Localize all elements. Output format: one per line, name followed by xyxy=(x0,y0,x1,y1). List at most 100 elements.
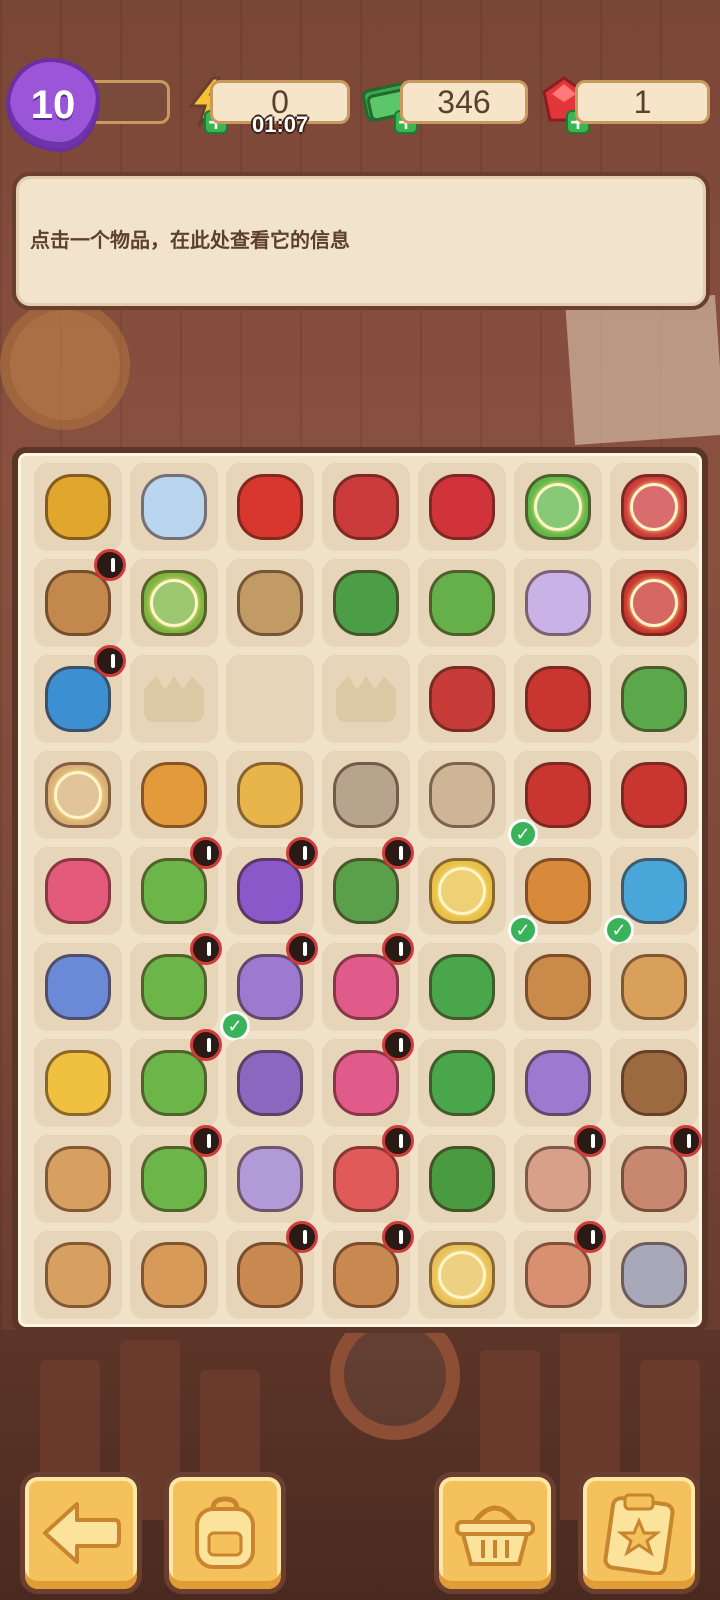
board-cell[interactable] xyxy=(34,751,122,839)
board-cell[interactable] xyxy=(610,1231,698,1319)
board-cell[interactable] xyxy=(226,655,314,743)
parcel-icon[interactable] xyxy=(141,1242,207,1308)
fruit-tree-pot-icon[interactable] xyxy=(141,1146,207,1212)
green-brush-icon[interactable] xyxy=(429,954,495,1020)
board-cell[interactable] xyxy=(418,1231,506,1319)
board-cell[interactable] xyxy=(34,847,122,935)
lavender-moth-icon[interactable] xyxy=(525,570,591,636)
portrait-frame-icon[interactable] xyxy=(45,570,111,636)
trophy-icon[interactable] xyxy=(45,474,111,540)
bag-of-tools-icon[interactable] xyxy=(333,762,399,828)
scanner-bubble-icon[interactable] xyxy=(429,858,495,924)
bush-icon[interactable] xyxy=(429,1146,495,1212)
board-cell[interactable] xyxy=(610,751,698,839)
drum-with-stick-icon[interactable] xyxy=(237,570,303,636)
board-cell[interactable] xyxy=(322,463,410,551)
clay-pot-icon[interactable] xyxy=(525,1146,591,1212)
board-cell[interactable] xyxy=(130,1231,218,1319)
board-cell[interactable] xyxy=(322,933,414,1031)
plant-in-pot-icon[interactable] xyxy=(333,858,399,924)
photo-packet-icon[interactable] xyxy=(429,762,495,828)
board-cell[interactable] xyxy=(610,1125,702,1223)
green-sprout-icon[interactable] xyxy=(429,570,495,636)
board-cell[interactable] xyxy=(610,463,698,551)
board-cell[interactable] xyxy=(226,837,318,935)
bull-statue-icon[interactable] xyxy=(621,1050,687,1116)
glass-orb-icon[interactable] xyxy=(237,1146,303,1212)
garden-glove-icon[interactable] xyxy=(525,666,591,732)
purple-car-icon[interactable] xyxy=(237,858,303,924)
level-badge[interactable]: 10 xyxy=(10,62,96,148)
ladybug-small-icon[interactable] xyxy=(429,474,495,540)
board-cell[interactable] xyxy=(34,1039,122,1127)
red-shears-icon[interactable] xyxy=(621,762,687,828)
board-cell[interactable] xyxy=(514,1221,606,1319)
seedling-icon[interactable] xyxy=(621,666,687,732)
board-cell[interactable] xyxy=(418,1135,506,1223)
back-button[interactable] xyxy=(20,1472,142,1594)
board-cell[interactable] xyxy=(226,1135,314,1223)
board-cell[interactable] xyxy=(514,559,602,647)
board-cell[interactable] xyxy=(34,943,122,1031)
board-cell[interactable] xyxy=(514,655,602,743)
broom-icon[interactable] xyxy=(429,1050,495,1116)
board-cell[interactable] xyxy=(34,1231,122,1319)
ladybug-large-icon[interactable] xyxy=(237,474,303,540)
board-cell[interactable] xyxy=(34,1135,122,1223)
board-cell[interactable] xyxy=(418,559,506,647)
leafy-branch-icon[interactable] xyxy=(333,570,399,636)
basket-button[interactable] xyxy=(434,1472,556,1594)
fruit-tree-pot-icon[interactable] xyxy=(141,1050,207,1116)
stacked-boxes-icon[interactable] xyxy=(45,1146,111,1212)
board-cell[interactable] xyxy=(610,559,698,647)
flower-cart-icon[interactable] xyxy=(333,954,399,1020)
board-cell[interactable] xyxy=(610,655,698,743)
board-cell[interactable] xyxy=(130,1029,222,1127)
ladybug-medium-icon[interactable] xyxy=(333,474,399,540)
board-cell[interactable]: ✓ xyxy=(508,847,602,945)
triple-lamp-icon[interactable] xyxy=(237,1050,303,1116)
ornate-vase-icon[interactable] xyxy=(525,1242,591,1308)
board-cell[interactable]: ✓ xyxy=(220,933,318,1041)
board-cell[interactable] xyxy=(130,751,218,839)
board-cell[interactable] xyxy=(130,837,222,935)
yellow-flower-box-icon[interactable] xyxy=(45,1050,111,1116)
mouse-statue-icon[interactable] xyxy=(621,1242,687,1308)
board-cell[interactable] xyxy=(322,837,414,935)
flower-cart-icon[interactable] xyxy=(333,1050,399,1116)
caution-barrier-icon[interactable] xyxy=(237,762,303,828)
potted-plant-bubble-icon[interactable] xyxy=(141,570,207,636)
board-cell[interactable]: ✓ xyxy=(508,751,602,849)
treasure-chest-icon[interactable] xyxy=(45,666,111,732)
garden-fork-icon[interactable] xyxy=(429,666,495,732)
board-cell[interactable] xyxy=(34,549,126,647)
board-cell[interactable] xyxy=(130,1125,222,1223)
board-cell[interactable] xyxy=(418,751,506,839)
board-cell[interactable] xyxy=(418,943,506,1031)
crystal-star-trophy-icon[interactable] xyxy=(141,474,207,540)
red-robot-bubble-icon[interactable] xyxy=(621,570,687,636)
board-cell[interactable] xyxy=(130,463,218,551)
board-cell[interactable] xyxy=(514,463,602,551)
open-box-icon[interactable] xyxy=(237,1242,303,1308)
magnifier-icon[interactable] xyxy=(525,858,591,924)
lamp-post-icon[interactable] xyxy=(237,954,303,1020)
board-cell[interactable] xyxy=(418,1039,506,1127)
board-cell[interactable] xyxy=(226,1221,318,1319)
board-cell[interactable] xyxy=(226,1039,314,1127)
board-cell[interactable] xyxy=(418,463,506,551)
board-cell[interactable] xyxy=(514,1039,602,1127)
board-cell[interactable] xyxy=(418,655,506,743)
board-cell[interactable] xyxy=(226,463,314,551)
board-cell[interactable] xyxy=(322,1029,414,1127)
fruit-tree-pot-icon[interactable] xyxy=(141,858,207,924)
map-with-bubble-icon[interactable] xyxy=(45,762,111,828)
crystal-lamp-icon[interactable] xyxy=(525,1050,591,1116)
board-cell[interactable] xyxy=(322,655,410,743)
board-cell[interactable] xyxy=(322,1221,414,1319)
pocket-watch-icon[interactable] xyxy=(525,954,591,1020)
board-cell[interactable] xyxy=(322,1125,414,1223)
tree-in-bubble-icon[interactable] xyxy=(525,474,591,540)
board-cell[interactable] xyxy=(322,751,410,839)
flower-box-icon[interactable] xyxy=(45,954,111,1020)
